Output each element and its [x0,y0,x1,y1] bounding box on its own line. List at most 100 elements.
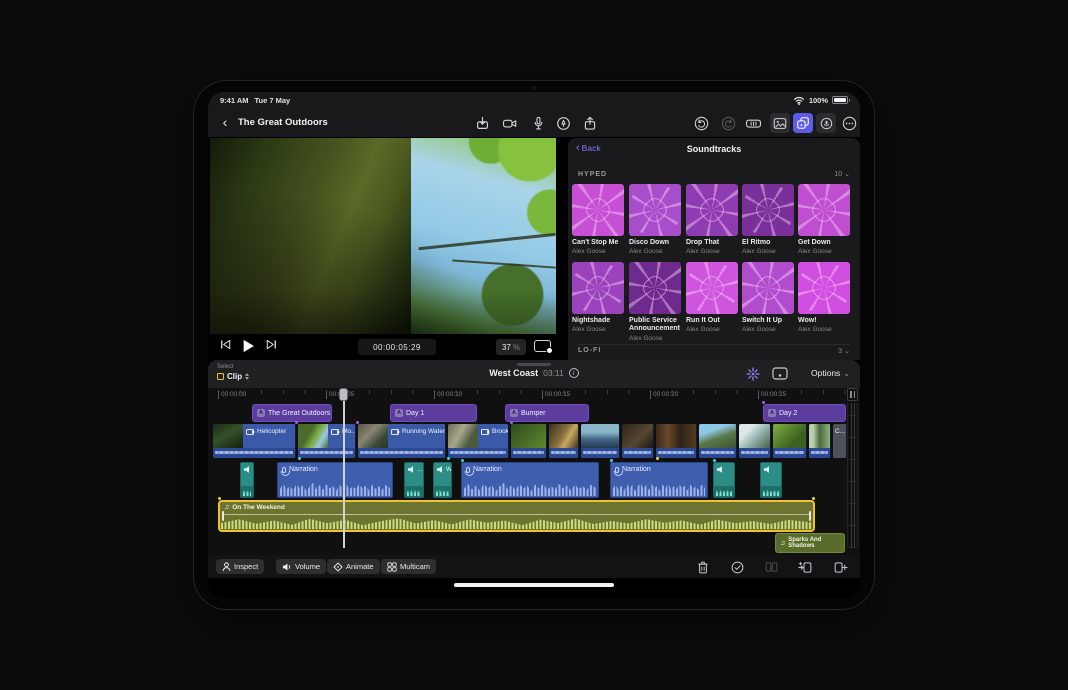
video-clip[interactable] [622,424,654,458]
soundtracks-panel: ‹Back Soundtracks HYPED 10 ⌄ Can't Stop … [568,138,860,360]
soundtrack-tile[interactable] [572,262,624,314]
photos-icon[interactable] [770,113,790,133]
timecode-display[interactable]: 00:00:05:29 [358,339,436,355]
soundtrack-tile[interactable] [742,184,794,236]
back-chevron-icon[interactable]: ‹ [218,115,232,131]
skip-back-icon[interactable] [220,339,231,350]
video-clip[interactable]: Brook [448,424,509,458]
narration-clip[interactable]: Narration [610,462,708,498]
timeline-scrollbar[interactable] [847,388,858,548]
markup-icon[interactable] [555,115,572,132]
video-clip[interactable] [809,424,831,458]
video-preview[interactable] [210,138,556,334]
sfx-clip[interactable] [240,462,254,498]
soundtrack-tile[interactable] [572,184,624,236]
title-clip[interactable]: ADay 1 [390,404,477,422]
jog-wheel-icon[interactable] [745,115,762,132]
narration-clip[interactable]: Narration [277,462,393,498]
more-icon[interactable] [841,115,858,132]
soundtrack-tile[interactable] [798,184,850,236]
video-clip[interactable]: Mo... [298,424,356,458]
title-icon: A [257,409,265,417]
bottom-toolbar: Inspect Volume Animate Multicam [208,555,860,578]
section-header-hyped[interactable]: HYPED 10 ⌄ [578,168,850,180]
video-clip[interactable]: Running Water 2 [358,424,446,458]
microphone-icon[interactable] [530,115,547,132]
video-clip[interactable] [581,424,620,458]
title-clip[interactable]: AThe Great Outdoors [252,404,332,422]
grid-icon [387,562,397,572]
playhead[interactable] [343,388,345,548]
sfx-clip[interactable]: ... [404,462,424,498]
track-height-control[interactable] [847,388,858,401]
volume-line[interactable] [223,514,810,515]
video-clip[interactable] [773,424,807,458]
redo-icon [720,115,737,132]
playhead-handle[interactable] [339,388,348,401]
home-indicator[interactable] [454,583,614,587]
title-clip[interactable]: ADay 2 [763,404,846,422]
panel-title: Soundtracks [568,144,860,154]
soundtrack-tile[interactable] [686,262,738,314]
voiceover-icon[interactable] [816,113,836,133]
section-header-lofi[interactable]: LO-FI 3 ⌄ [578,344,850,356]
multicam-button[interactable]: Multicam [381,559,436,574]
speaker-icon [437,466,444,473]
soundtrack-tile[interactable] [629,184,681,236]
track-label: Switch It UpAlex Goose [742,317,798,334]
video-clip[interactable] [739,424,771,458]
video-clip[interactable] [511,424,547,458]
import-icon[interactable] [474,115,491,132]
track-label: El RitmoAlex Goose [742,239,798,256]
video-clip[interactable] [549,424,579,458]
play-icon[interactable] [242,339,255,353]
narration-clip[interactable]: Narration [461,462,599,498]
music-clip-selected[interactable]: ♫On The Weekend [218,500,815,532]
date: Tue 7 May [254,96,290,105]
soundtrack-tile[interactable] [742,262,794,314]
media-browser-icon[interactable] [793,113,813,133]
timeline: 00:00:00 00:00:05 00:00:10 00:00:15 00:0… [208,388,860,555]
speaker-icon [244,466,251,473]
soundtrack-tile[interactable] [629,262,681,314]
trash-icon[interactable] [696,560,710,574]
undo-icon[interactable] [693,115,710,132]
track-label: Disco DownAlex Goose [629,239,685,256]
title-clip[interactable]: ABumper [505,404,589,422]
camera-icon[interactable] [501,115,518,132]
section-count: 10 ⌄ [834,170,850,178]
insert-left-icon[interactable] [798,560,812,574]
track-label: Can't Stop MeAlex Goose [572,239,628,256]
timeline-ruler[interactable]: 00:00:00 00:00:05 00:00:10 00:00:15 00:0… [208,388,860,402]
share-icon[interactable] [581,115,598,132]
video-clip[interactable]: C... [833,424,847,458]
drag-handle[interactable] [517,363,551,366]
music-clip[interactable]: ♫Sparks And Shadows [775,533,845,553]
options-button[interactable]: Options ⌄ [811,368,850,378]
video-clip[interactable] [699,424,737,458]
inspect-button[interactable]: Inspect [216,559,264,574]
soundtrack-tile[interactable] [686,184,738,236]
clip-marker [298,457,301,460]
video-clip[interactable] [656,424,697,458]
info-icon[interactable]: i [569,368,579,378]
video-clip[interactable]: Helicopter [213,424,296,458]
skip-forward-icon[interactable] [266,339,277,350]
sfx-clip[interactable] [760,462,782,498]
timeline-project-name: West Coast [489,368,538,378]
checkmark-circle-icon[interactable] [730,560,744,574]
inspector-icon [222,562,231,572]
zoom-level[interactable]: 37% [496,339,526,355]
app-screen: 9:41 AMTue 7 May 100% ‹ The Great Outdoo… [208,92,860,598]
picture-in-picture-icon[interactable] [772,367,788,385]
sfx-clip[interactable]: W... [433,462,452,498]
overview-icon[interactable] [746,367,760,386]
sfx-clip[interactable] [713,462,735,498]
speaker-icon [717,466,724,473]
insert-right-icon[interactable] [834,560,848,574]
soundtrack-tile[interactable] [798,262,850,314]
animate-button[interactable]: Animate [327,559,380,574]
clip-marker [447,457,450,460]
display-output-icon[interactable] [534,340,551,352]
volume-button[interactable]: Volume [276,559,326,574]
